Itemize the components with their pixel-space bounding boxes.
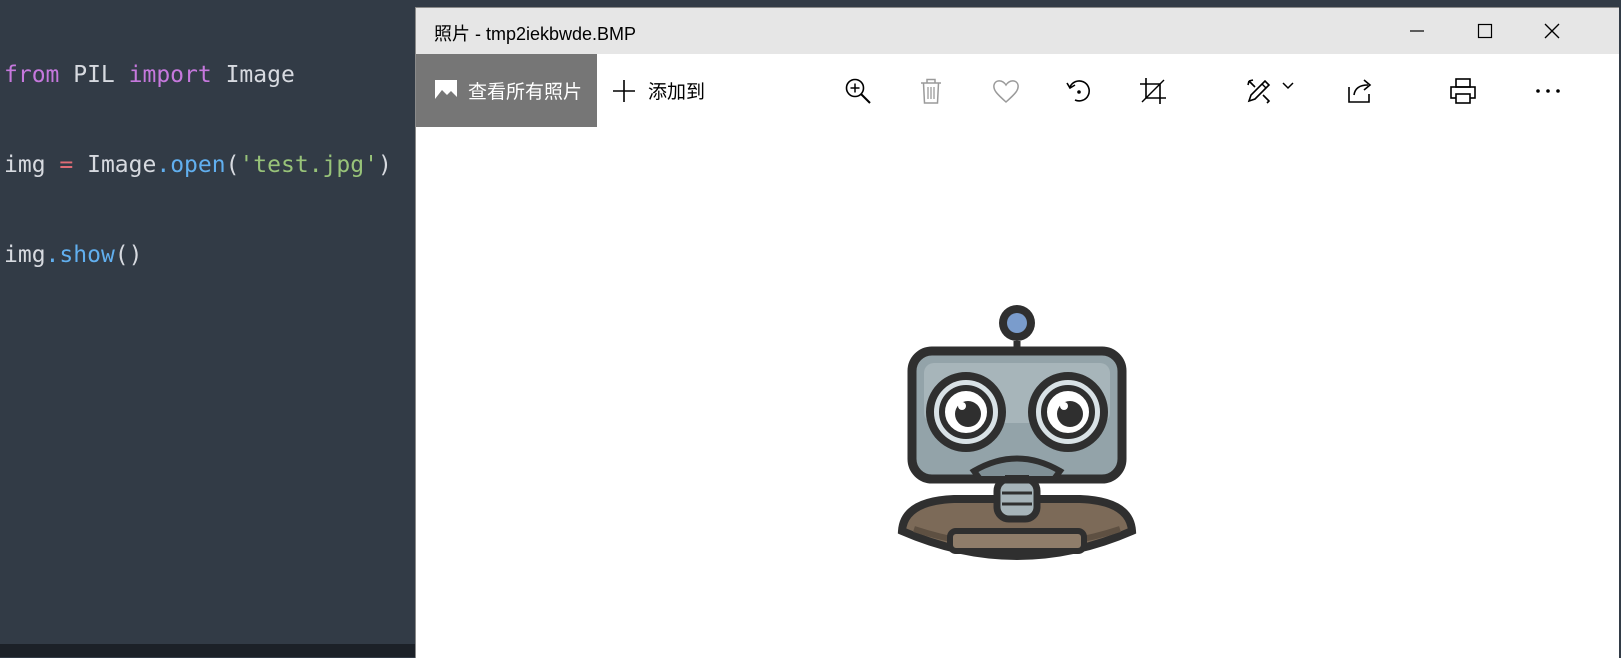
function-open: open bbox=[170, 152, 226, 178]
plus-icon bbox=[613, 79, 635, 102]
dot-operator: . bbox=[45, 242, 60, 268]
add-to-label: 添加到 bbox=[648, 82, 706, 103]
zoom-in-icon bbox=[845, 78, 871, 104]
close-button[interactable] bbox=[1518, 8, 1586, 54]
robot-image bbox=[897, 305, 1137, 560]
share-icon bbox=[1348, 78, 1372, 103]
keyword-import: import bbox=[128, 62, 212, 88]
favorite-button[interactable] bbox=[982, 54, 1030, 127]
class-image: Image bbox=[73, 152, 157, 178]
delete-button[interactable] bbox=[907, 54, 955, 127]
keyword-from: from bbox=[4, 62, 60, 88]
zoom-button[interactable] bbox=[834, 54, 882, 127]
chevron-down-icon bbox=[1282, 81, 1294, 89]
assign-operator: = bbox=[59, 152, 74, 178]
module-name: PIL bbox=[59, 62, 129, 88]
paren-close: ) bbox=[377, 152, 392, 178]
add-to-button[interactable]: 添加到 bbox=[612, 54, 705, 127]
code-editor[interactable]: from PIL import Image img = Image.open('… bbox=[0, 0, 415, 657]
close-icon bbox=[1544, 23, 1560, 39]
code-line-2: img = Image.open('test.jpg') bbox=[4, 150, 392, 180]
maximize-button[interactable] bbox=[1451, 8, 1519, 54]
heart-icon bbox=[993, 79, 1019, 103]
crop-icon bbox=[1140, 77, 1166, 104]
edit-icon bbox=[1247, 78, 1271, 104]
string-filename: 'test.jpg' bbox=[239, 152, 378, 178]
image-canvas[interactable] bbox=[416, 127, 1619, 658]
share-button[interactable] bbox=[1336, 54, 1384, 127]
view-all-photos-label: 查看所有照片 bbox=[468, 82, 583, 103]
print-button[interactable] bbox=[1439, 54, 1487, 127]
photos-toolbar: 查看所有照片 添加到 bbox=[416, 54, 1619, 127]
dot-operator: . bbox=[156, 152, 171, 178]
minimize-icon bbox=[1410, 30, 1424, 32]
code-line-3: img.show() bbox=[4, 240, 392, 270]
variable-img: img bbox=[4, 242, 46, 268]
title-bar[interactable]: 照片 - tmp2iekbwde.BMP bbox=[416, 8, 1619, 54]
code-block[interactable]: from PIL import Image img = Image.open('… bbox=[4, 0, 392, 330]
code-line-1: from PIL import Image bbox=[4, 60, 392, 90]
minimize-button[interactable] bbox=[1383, 8, 1451, 54]
function-show: show bbox=[59, 242, 115, 268]
variable-img: img bbox=[4, 152, 60, 178]
more-icon bbox=[1536, 88, 1560, 93]
delete-icon bbox=[921, 78, 941, 104]
window-title: 照片 - tmp2iekbwde.BMP bbox=[434, 24, 637, 44]
edit-create-button[interactable] bbox=[1234, 54, 1306, 127]
call-parens: () bbox=[114, 242, 143, 268]
rotate-icon bbox=[1066, 79, 1090, 102]
rotate-button[interactable] bbox=[1055, 54, 1103, 127]
more-options-button[interactable] bbox=[1524, 54, 1572, 127]
view-all-photos-button[interactable]: 查看所有照片 bbox=[416, 54, 597, 127]
editor-status-strip bbox=[0, 644, 415, 657]
import-name: Image bbox=[211, 62, 295, 88]
crop-button[interactable] bbox=[1129, 54, 1177, 127]
maximize-icon bbox=[1477, 23, 1493, 39]
paren-open: ( bbox=[225, 152, 240, 178]
photo-icon bbox=[435, 79, 457, 102]
photos-window: 照片 - tmp2iekbwde.BMP 查看所有照片 添加到 bbox=[415, 7, 1619, 658]
print-icon bbox=[1450, 77, 1476, 104]
